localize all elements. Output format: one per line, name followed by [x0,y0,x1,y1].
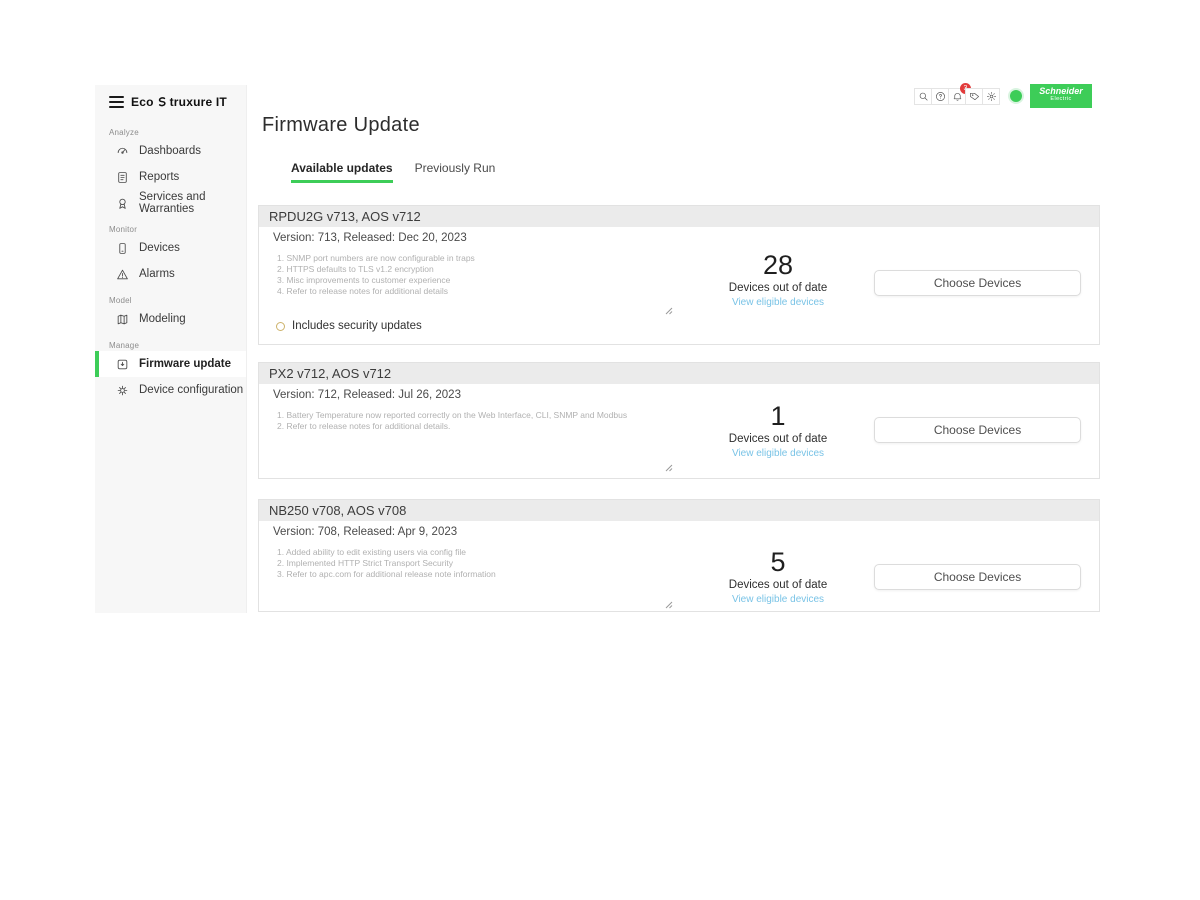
firmware-card: PX2 v712, AOS v712 Version: 712, Release… [258,362,1100,479]
sidebar-item-device-configuration[interactable]: Device configuration [95,377,246,403]
ecostruxure-logo: Eco truxure IT [131,95,227,109]
release-note-line: 1. Battery Temperature now reported corr… [277,410,677,421]
app-logo: Eco truxure IT [95,85,246,119]
choose-devices-button[interactable]: Choose Devices [874,564,1081,590]
help-icon[interactable] [931,88,949,105]
sidebar-item-services-warranties[interactable]: Services and Warranties [95,190,246,216]
resize-grip-icon[interactable] [665,459,673,467]
sidebar-item-alarms[interactable]: Alarms [95,261,246,287]
release-notes: 1. Battery Temperature now reported corr… [277,410,677,432]
release-note-line: 1. SNMP port numbers are now configurabl… [277,253,677,264]
logo-prefix: Eco [131,95,154,109]
brand-line2: Electric [1030,96,1092,103]
search-icon[interactable] [914,88,932,105]
devices-out-of-date-label: Devices out of date [713,579,843,591]
device-stats: 5 Devices out of date View eligible devi… [713,547,843,605]
devices-out-of-date-count: 1 [713,401,843,431]
sidebar: Eco truxure IT Analyze Dashboards Report… [95,85,247,613]
topbar-icon-group: 3 [915,88,1000,105]
resize-grip-icon[interactable] [665,596,673,604]
release-note-line: 1. Added ability to edit existing users … [277,547,677,558]
device-stats: 1 Devices out of date View eligible devi… [713,401,843,459]
tab-bar: Available updates Previously Run [291,161,495,183]
release-note-line: 2. Implemented HTTP Strict Transport Sec… [277,558,677,569]
notifications-bell-icon[interactable]: 3 [948,88,966,105]
modeling-map-icon [116,313,129,326]
devices-out-of-date-label: Devices out of date [713,433,843,445]
device-stats: 28 Devices out of date View eligible dev… [713,250,843,308]
sidebar-item-devices[interactable]: Devices [95,235,246,261]
sidebar-item-label: Alarms [139,268,175,280]
view-eligible-devices-link[interactable]: View eligible devices [713,594,843,605]
report-icon [116,171,129,184]
sidebar-item-firmware-update[interactable]: Firmware update [95,351,246,377]
sidebar-item-dashboards[interactable]: Dashboards [95,138,246,164]
release-note-line: 2. Refer to release notes for additional… [277,421,677,432]
page-title: Firmware Update [262,114,420,137]
sidebar-item-label: Devices [139,242,180,254]
security-note-label: Includes security updates [292,320,422,332]
security-badge-icon [276,322,285,331]
tab-previously-run[interactable]: Previously Run [415,161,496,183]
section-label-monitor: Monitor [109,225,246,234]
warranty-ribbon-icon [116,197,129,210]
section-label-manage: Manage [109,341,246,350]
logo-suffix: truxure IT [170,95,227,109]
sidebar-item-label: Device configuration [139,384,243,396]
sidebar-item-label: Firmware update [139,358,231,370]
section-label-analyze: Analyze [109,128,246,137]
firmware-card-title: NB250 v708, AOS v708 [259,500,1099,521]
devices-out-of-date-count: 28 [713,250,843,280]
schneider-electric-logo[interactable]: Schneider Electric [1030,84,1092,108]
sidebar-item-label: Services and Warranties [139,191,246,215]
menu-icon[interactable] [109,96,124,108]
gauge-icon [116,145,129,158]
tag-icon[interactable] [965,88,983,105]
sidebar-item-reports[interactable]: Reports [95,164,246,190]
device-config-icon [116,384,129,397]
sidebar-item-label: Dashboards [139,145,201,157]
view-eligible-devices-link[interactable]: View eligible devices [713,448,843,459]
section-label-model: Model [109,296,246,305]
firmware-card: NB250 v708, AOS v708 Version: 708, Relea… [258,499,1100,612]
choose-devices-button[interactable]: Choose Devices [874,270,1081,296]
security-updates-note: Includes security updates [276,320,422,332]
tab-available-updates[interactable]: Available updates [291,161,393,183]
alarm-triangle-icon [116,268,129,281]
release-notes: 1. Added ability to edit existing users … [277,547,677,580]
view-eligible-devices-link[interactable]: View eligible devices [713,297,843,308]
devices-out-of-date-label: Devices out of date [713,282,843,294]
version-line: Version: 713, Released: Dec 20, 2023 [273,232,467,244]
sidebar-item-modeling[interactable]: Modeling [95,306,246,332]
release-notes: 1. SNMP port numbers are now configurabl… [277,253,677,297]
settings-gear-icon[interactable] [982,88,1000,105]
resize-grip-icon[interactable] [665,302,673,310]
release-note-line: 3. Misc improvements to customer experie… [277,275,677,286]
version-line: Version: 708, Released: Apr 9, 2023 [273,526,457,538]
version-line: Version: 712, Released: Jul 26, 2023 [273,389,461,401]
user-avatar[interactable] [1010,90,1022,102]
release-note-line: 3. Refer to apc.com for additional relea… [277,569,677,580]
ecostruxure-s-icon [154,94,170,110]
release-note-line: 4. Refer to release notes for additional… [277,286,677,297]
firmware-card-title: RPDU2G v713, AOS v712 [259,206,1099,227]
choose-devices-button[interactable]: Choose Devices [874,417,1081,443]
devices-out-of-date-count: 5 [713,547,843,577]
firmware-icon [116,358,129,371]
device-icon [116,242,129,255]
sidebar-item-label: Modeling [139,313,186,325]
release-note-line: 2. HTTPS defaults to TLS v1.2 encryption [277,264,677,275]
firmware-card-title: PX2 v712, AOS v712 [259,363,1099,384]
firmware-card: RPDU2G v713, AOS v712 Version: 713, Rele… [258,205,1100,345]
sidebar-item-label: Reports [139,171,179,183]
brand-line1: Schneider [1030,87,1092,96]
